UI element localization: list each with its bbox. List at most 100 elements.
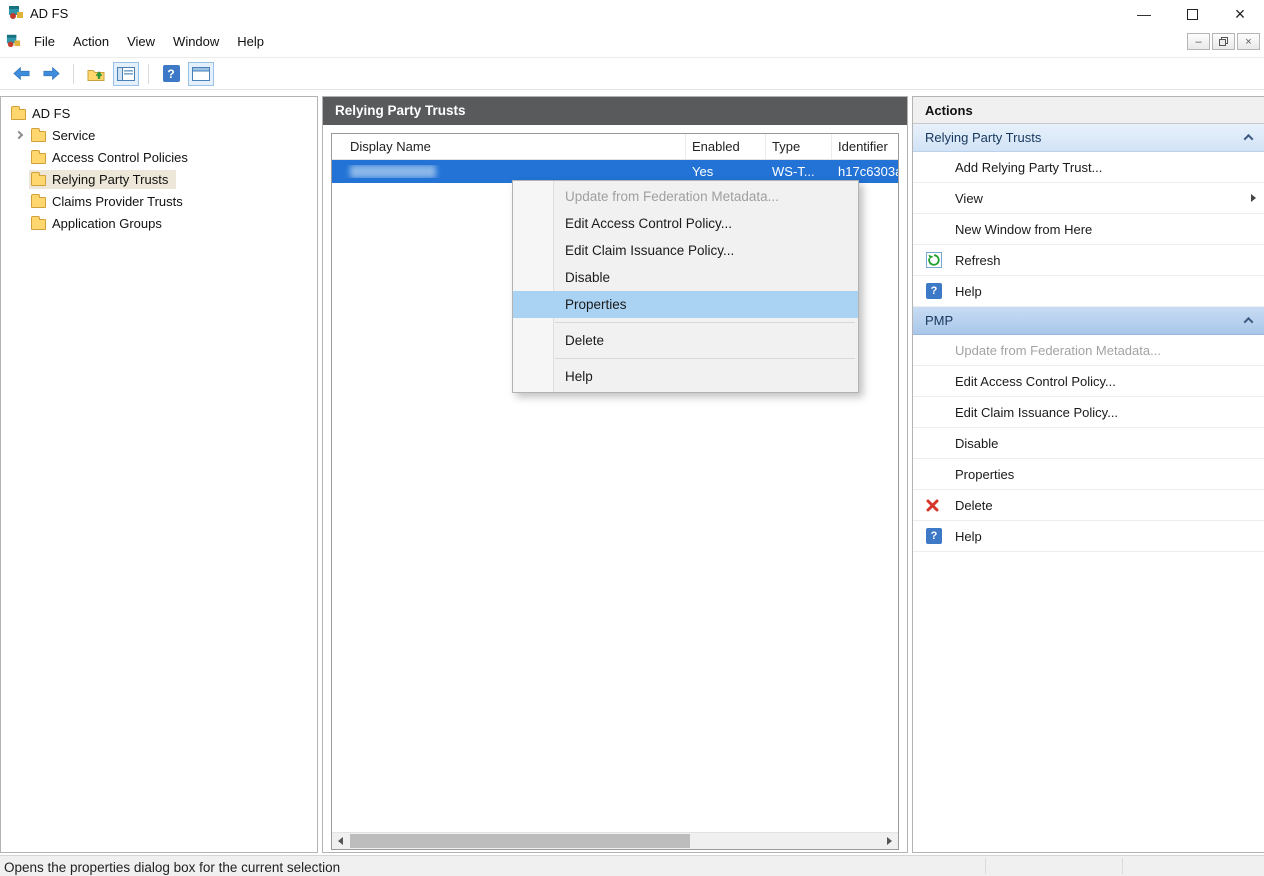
action-edit-access-control-policy[interactable]: Edit Access Control Policy... bbox=[913, 366, 1264, 397]
action-label: Delete bbox=[955, 498, 993, 513]
scroll-left-icon[interactable] bbox=[332, 833, 349, 849]
help-icon: ? bbox=[926, 283, 942, 299]
action-label: View bbox=[955, 191, 983, 206]
action-label: Disable bbox=[955, 436, 998, 451]
tree-item-label: Application Groups bbox=[52, 216, 162, 231]
context-menu: Update from Federation Metadata... Edit … bbox=[512, 180, 859, 393]
status-divider bbox=[985, 858, 986, 874]
help-icon[interactable]: ? bbox=[158, 62, 184, 86]
console-tree-panel: AD FS Service Access Control Policies Re… bbox=[0, 96, 318, 853]
child-restore-icon[interactable] bbox=[1212, 33, 1235, 50]
toolbar-separator bbox=[73, 64, 74, 84]
list-column-headers: Display Name Enabled Type Identifier bbox=[332, 134, 898, 160]
tree-item-claims-provider-trusts[interactable]: Claims Provider Trusts bbox=[1, 190, 317, 212]
forward-icon[interactable] bbox=[38, 62, 64, 86]
actions-section-relying-party-trusts[interactable]: Relying Party Trusts bbox=[913, 124, 1264, 152]
action-view[interactable]: View bbox=[913, 183, 1264, 214]
scrollbar-thumb[interactable] bbox=[350, 834, 690, 848]
column-enabled[interactable]: Enabled bbox=[686, 134, 766, 159]
folder-icon bbox=[31, 197, 46, 208]
action-help[interactable]: ? Help bbox=[913, 521, 1264, 552]
section-title: PMP bbox=[925, 313, 953, 328]
action-refresh[interactable]: Refresh bbox=[913, 245, 1264, 276]
child-window-controls: – × bbox=[1187, 33, 1260, 50]
column-identifier[interactable]: Identifier bbox=[832, 134, 898, 159]
tree-item-service[interactable]: Service bbox=[1, 124, 317, 146]
scroll-right-icon[interactable] bbox=[881, 833, 898, 849]
action-label: Help bbox=[955, 284, 982, 299]
close-icon[interactable]: × bbox=[1216, 0, 1264, 28]
title-bar: AD FS — × bbox=[0, 0, 1264, 26]
context-update-from-federation-metadata: Update from Federation Metadata... bbox=[513, 183, 858, 210]
action-label: Help bbox=[955, 529, 982, 544]
actions-pane: Actions Relying Party Trusts Add Relying… bbox=[912, 96, 1264, 853]
action-disable[interactable]: Disable bbox=[913, 428, 1264, 459]
minimize-icon[interactable]: — bbox=[1120, 0, 1168, 28]
action-label: Edit Claim Issuance Policy... bbox=[955, 405, 1118, 420]
up-one-level-icon[interactable] bbox=[83, 62, 109, 86]
actions-section-pmp[interactable]: PMP bbox=[913, 307, 1264, 335]
context-disable[interactable]: Disable bbox=[513, 264, 858, 291]
tree-item-label: Relying Party Trusts bbox=[52, 172, 168, 187]
context-edit-access-control-policy[interactable]: Edit Access Control Policy... bbox=[513, 210, 858, 237]
back-icon[interactable] bbox=[8, 62, 34, 86]
window-title: AD FS bbox=[30, 6, 68, 21]
action-label: Add Relying Party Trust... bbox=[955, 160, 1102, 175]
action-label: Edit Access Control Policy... bbox=[955, 374, 1116, 389]
context-edit-claim-issuance-policy[interactable]: Edit Claim Issuance Policy... bbox=[513, 237, 858, 264]
action-update-from-federation-metadata: Update from Federation Metadata... bbox=[913, 335, 1264, 366]
horizontal-scrollbar[interactable] bbox=[332, 832, 898, 849]
menu-window[interactable]: Window bbox=[164, 28, 228, 55]
action-new-window-from-here[interactable]: New Window from Here bbox=[913, 214, 1264, 245]
refresh-icon bbox=[926, 252, 942, 268]
action-edit-claim-issuance-policy[interactable]: Edit Claim Issuance Policy... bbox=[913, 397, 1264, 428]
context-menu-separator bbox=[555, 322, 855, 323]
action-label: New Window from Here bbox=[955, 222, 1092, 237]
tree-item-label: Claims Provider Trusts bbox=[52, 194, 183, 209]
cell-enabled: Yes bbox=[686, 164, 766, 179]
tree-item-relying-party-trusts[interactable]: Relying Party Trusts bbox=[1, 168, 317, 190]
tree-item-label: Access Control Policies bbox=[52, 150, 188, 165]
console-icon bbox=[6, 33, 21, 51]
status-divider bbox=[1122, 858, 1123, 874]
action-delete[interactable]: Delete bbox=[913, 490, 1264, 521]
action-add-relying-party-trust[interactable]: Add Relying Party Trust... bbox=[913, 152, 1264, 183]
context-properties[interactable]: Properties bbox=[513, 291, 858, 318]
collapse-chevron-icon[interactable] bbox=[1244, 317, 1254, 327]
column-type[interactable]: Type bbox=[766, 134, 832, 159]
action-help[interactable]: ? Help bbox=[913, 276, 1264, 307]
tree-item-application-groups[interactable]: Application Groups bbox=[1, 212, 317, 234]
display-name-redacted bbox=[350, 165, 436, 178]
folder-icon bbox=[31, 153, 46, 164]
new-window-icon[interactable] bbox=[188, 62, 214, 86]
child-close-icon[interactable]: × bbox=[1237, 33, 1260, 50]
tree-item-access-control-policies[interactable]: Access Control Policies bbox=[1, 146, 317, 168]
cell-type: WS-T... bbox=[766, 164, 832, 179]
menu-action[interactable]: Action bbox=[64, 28, 118, 55]
chevron-right-icon[interactable] bbox=[9, 132, 29, 138]
tree-item-label: AD FS bbox=[32, 106, 70, 121]
context-delete[interactable]: Delete bbox=[513, 327, 858, 354]
toolbar-separator bbox=[148, 64, 149, 84]
column-display-name[interactable]: Display Name bbox=[332, 134, 686, 159]
collapse-chevron-icon[interactable] bbox=[1244, 134, 1254, 144]
actions-title: Actions bbox=[913, 97, 1264, 124]
status-text: Opens the properties dialog box for the … bbox=[4, 860, 340, 875]
cell-identifier: h17c6303a3 bbox=[832, 164, 898, 179]
action-properties[interactable]: Properties bbox=[913, 459, 1264, 490]
context-help[interactable]: Help bbox=[513, 363, 858, 390]
menu-file[interactable]: File bbox=[25, 28, 64, 55]
menu-bar: File Action View Window Help – × bbox=[0, 26, 1264, 58]
action-label: Update from Federation Metadata... bbox=[955, 343, 1161, 358]
submenu-arrow-icon bbox=[1251, 194, 1256, 202]
help-icon: ? bbox=[926, 528, 942, 544]
maximize-icon[interactable] bbox=[1168, 0, 1216, 28]
child-minimize-icon[interactable]: – bbox=[1187, 33, 1210, 50]
menu-view[interactable]: View bbox=[118, 28, 164, 55]
show-console-tree-icon[interactable] bbox=[113, 62, 139, 86]
tree-item-ad-fs[interactable]: AD FS bbox=[1, 102, 317, 124]
section-title: Relying Party Trusts bbox=[925, 130, 1041, 145]
context-menu-separator bbox=[555, 358, 855, 359]
app-icon bbox=[8, 4, 24, 23]
menu-help[interactable]: Help bbox=[228, 28, 273, 55]
